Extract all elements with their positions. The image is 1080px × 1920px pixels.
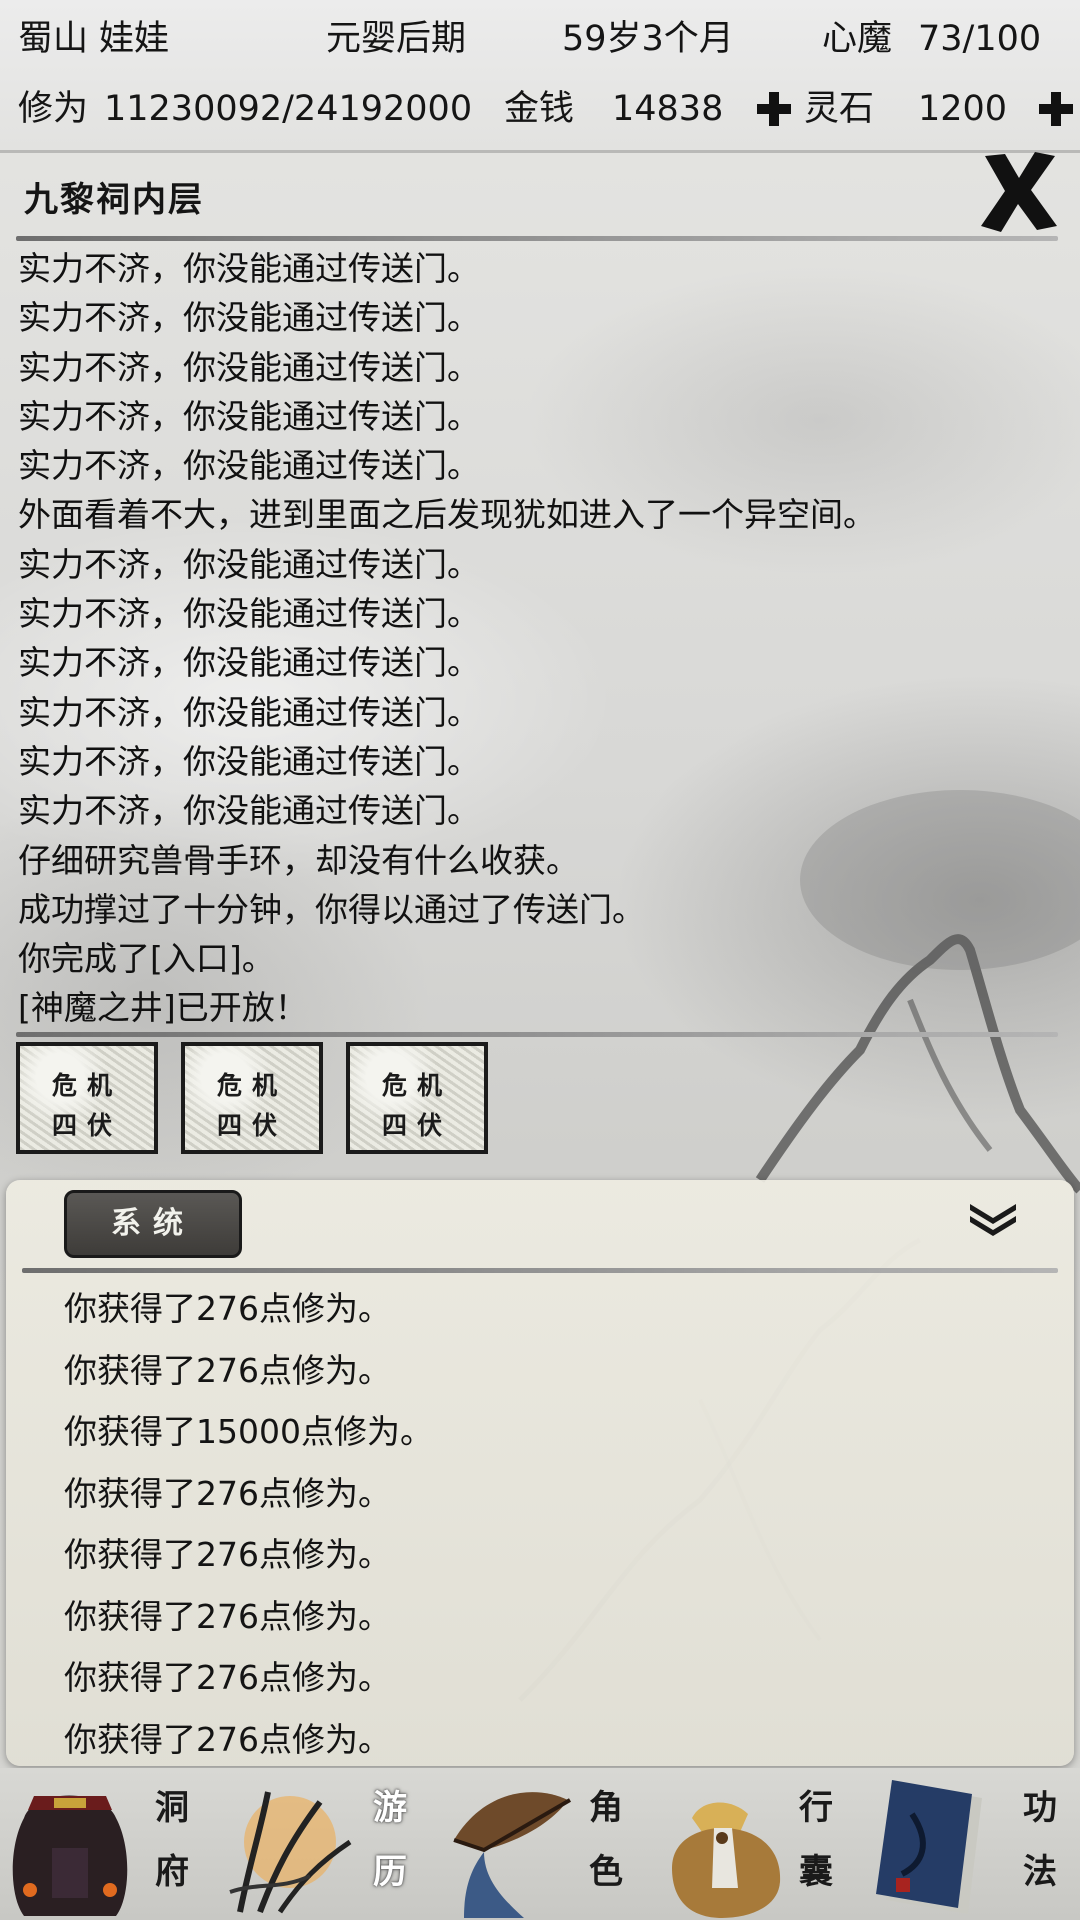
log-line: 实力不济，你没能通过传送门。 xyxy=(18,594,480,634)
event-label-line2: 四伏 xyxy=(381,1111,452,1140)
nav-item-cave-mansion[interactable]: 洞 府 xyxy=(0,1768,216,1920)
log-line: 实力不济，你没能通过传送门。 xyxy=(18,643,480,683)
cultivation-value: 11230092/24192000 xyxy=(104,89,473,129)
log-line: 实力不济，你没能通过传送门。 xyxy=(18,249,480,288)
system-log-line: 你获得了276点修为。 xyxy=(64,1473,391,1513)
event-label-line1: 危机 xyxy=(216,1071,287,1100)
event-label-line2: 四伏 xyxy=(51,1111,122,1140)
location-divider-bottom xyxy=(16,1032,1058,1037)
log-line: 成功撑过了十分钟，你得以通过了传送门。 xyxy=(18,889,645,929)
location-divider-top xyxy=(16,236,1058,241)
nav-item-character[interactable]: 角 色 xyxy=(432,1768,648,1920)
log-line: 外面看着不大，进到里面之后发现犹如进入了一个异空间。 xyxy=(18,495,876,535)
nav-label-bottom: 府 xyxy=(155,1852,189,1892)
nav-label-top: 行 xyxy=(799,1788,833,1828)
nav-item-skills[interactable]: 功 法 xyxy=(864,1768,1080,1920)
player-name: 蜀山 娃娃 xyxy=(18,19,170,59)
event-label-line1: 危机 xyxy=(381,1071,452,1100)
add-spirit-stone-button[interactable] xyxy=(1036,89,1076,129)
realm-label: 元婴后期 xyxy=(326,19,467,59)
log-line: 实力不济，你没能通过传送门。 xyxy=(18,544,480,584)
event-button-danger-1[interactable]: 危机 四伏 xyxy=(16,1042,158,1154)
log-line: 实力不济，你没能通过传送门。 xyxy=(18,446,480,486)
log-line: 实力不济，你没能通过传送门。 xyxy=(18,692,480,732)
spirit-stone-value: 1200 xyxy=(918,89,1008,129)
heart-demon-value: 73/100 xyxy=(918,19,1042,59)
spirit-stone-label: 灵石 xyxy=(804,89,875,129)
nav-item-travel[interactable]: 游 历 xyxy=(216,1768,432,1920)
tab-system[interactable]: 系统 xyxy=(64,1190,242,1258)
bag-icon xyxy=(672,1802,781,1918)
status-bar: 蜀山 娃娃 元婴后期 59岁3个月 心魔 73/100 修为 11230092/… xyxy=(0,0,1080,153)
log-line: 实力不济，你没能通过传送门。 xyxy=(18,396,480,436)
money-value: 14838 xyxy=(612,89,724,129)
chevron-down-icon[interactable] xyxy=(964,1198,1022,1238)
nav-label-bottom: 囊 xyxy=(799,1852,833,1892)
system-log-line: 你获得了276点修为。 xyxy=(64,1535,391,1574)
nav-label-bottom: 色 xyxy=(589,1852,623,1892)
event-label-line1: 危机 xyxy=(51,1071,122,1100)
nav-label-top: 游 xyxy=(373,1788,407,1828)
system-log: 你获得了276点修为。 你获得了276点修为。 你获得了15000点修为。 你获… xyxy=(64,1278,1044,1770)
system-log-line: 你获得了276点修为。 xyxy=(64,1719,391,1759)
location-title: 九黎祠内层 xyxy=(24,180,204,220)
nav-label-top: 洞 xyxy=(155,1788,189,1828)
log-line: 实力不济，你没能通过传送门。 xyxy=(18,347,480,387)
nav-label-top: 功 xyxy=(1023,1788,1057,1828)
log-line: 你完成了[入口]。 xyxy=(18,939,275,979)
nav-item-bag[interactable]: 行 囊 xyxy=(648,1768,864,1920)
nav-label-bottom: 历 xyxy=(373,1852,407,1892)
cultivation-label: 修为 xyxy=(18,89,89,129)
skill-book-icon xyxy=(876,1780,982,1914)
travel-icon xyxy=(229,1791,352,1914)
close-icon[interactable] xyxy=(975,148,1061,234)
event-button-danger-3[interactable]: 危机 四伏 xyxy=(346,1042,488,1154)
log-line: [神魔之井]已开放！ xyxy=(18,988,308,1028)
log-line: 实力不济，你没能通过传送门。 xyxy=(18,298,480,338)
system-log-line: 你获得了276点修为。 xyxy=(64,1350,391,1390)
age-label: 59岁3个月 xyxy=(562,19,734,59)
log-line: 仔细研究兽骨手环，却没有什么收获。 xyxy=(18,840,579,880)
event-label-line2: 四伏 xyxy=(216,1111,287,1140)
system-panel: 系统 你获得了276点修为。 你获得了276点修为。 你获得了15000点修为。… xyxy=(6,1180,1074,1766)
location-log: 实力不济，你没能通过传送门。 实力不济，你没能通过传送门。 实力不济，你没能通过… xyxy=(18,244,1058,1033)
system-divider xyxy=(22,1268,1058,1273)
nav-label-top: 角 xyxy=(589,1788,623,1828)
heart-demon-label: 心魔 xyxy=(822,19,893,59)
bottom-nav: 洞 府 游 历 角 色 行 囊 功 法 xyxy=(0,1768,1080,1920)
system-log-line: 你获得了15000点修为。 xyxy=(64,1412,433,1451)
add-money-button[interactable] xyxy=(754,89,794,129)
cave-mansion-icon xyxy=(12,1795,128,1916)
event-button-danger-2[interactable]: 危机 四伏 xyxy=(181,1042,323,1154)
system-log-line: 你获得了276点修为。 xyxy=(64,1596,391,1636)
character-icon xyxy=(453,1792,572,1918)
log-line: 实力不济，你没能通过传送门。 xyxy=(18,741,480,781)
system-log-line: 你获得了276点修为。 xyxy=(64,1289,391,1328)
system-log-line: 你获得了276点修为。 xyxy=(64,1658,391,1697)
money-label: 金钱 xyxy=(504,89,575,129)
nav-label-bottom: 法 xyxy=(1023,1852,1057,1892)
log-line: 实力不济，你没能通过传送门。 xyxy=(18,791,480,831)
